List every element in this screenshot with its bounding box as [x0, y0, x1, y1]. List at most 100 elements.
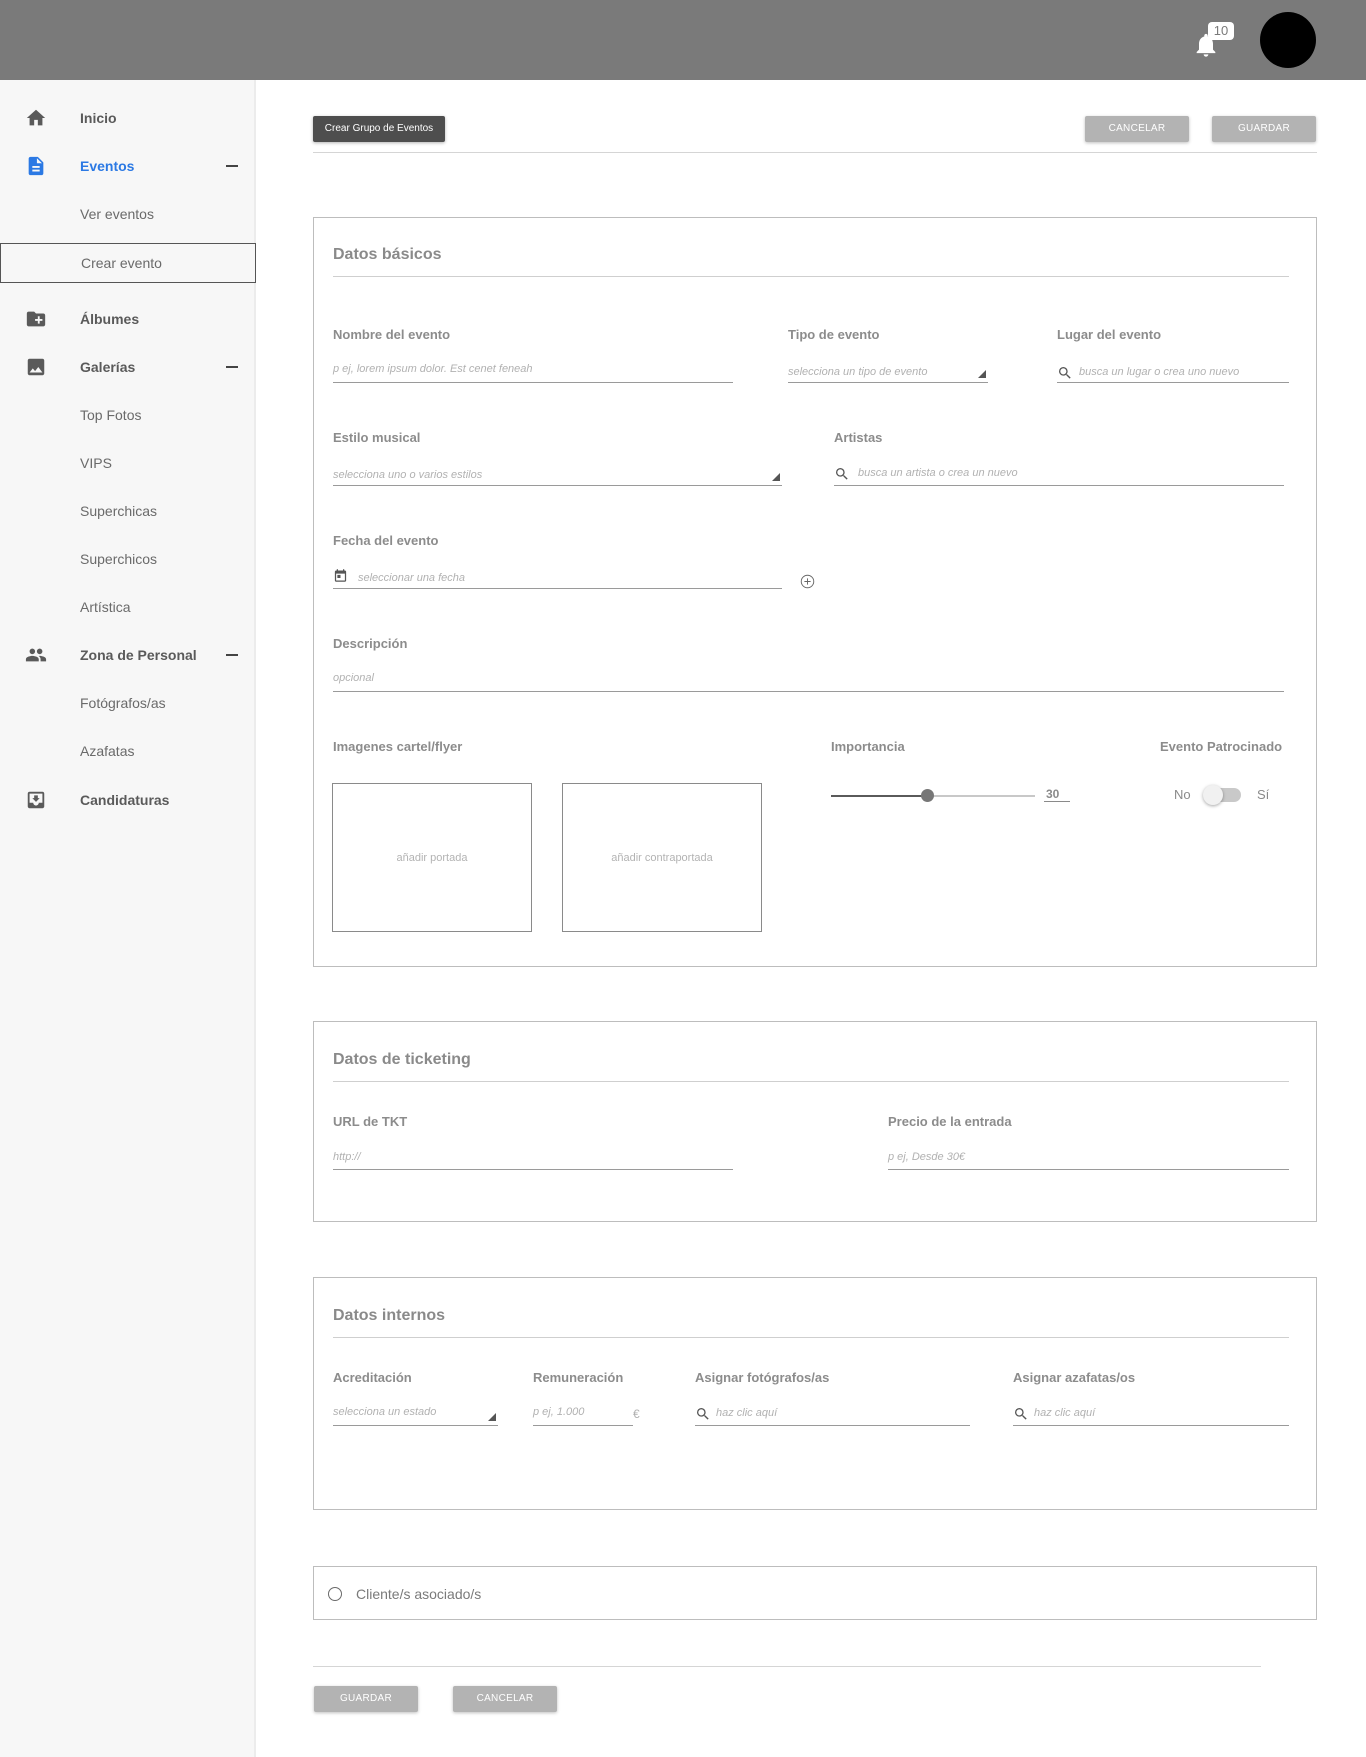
- assign-hostesses-search[interactable]: haz clic aquí: [1013, 1404, 1289, 1426]
- collapse-icon[interactable]: [226, 654, 238, 656]
- accreditation-label: Acreditación: [333, 1370, 412, 1385]
- add-date-icon[interactable]: [800, 574, 815, 589]
- sidebar-item-label: Top Fotos: [80, 407, 142, 423]
- sidebar-item-artistica[interactable]: Artística: [0, 587, 256, 627]
- people-icon: [25, 648, 47, 662]
- home-icon: [26, 109, 46, 126]
- cancel-button[interactable]: CANCELAR: [1085, 116, 1189, 142]
- sidebar-item-ver-eventos[interactable]: Ver eventos: [0, 194, 256, 234]
- sidebar-item-fotografos[interactable]: Fotógrafos/as: [0, 683, 256, 723]
- sidebar-item-superchicas[interactable]: Superchicas: [0, 491, 256, 531]
- sidebar-item-inicio[interactable]: Inicio: [0, 98, 256, 138]
- event-place-search[interactable]: busca un lugar o crea uno nuevo: [1057, 361, 1289, 383]
- top-bar: 10: [0, 0, 1366, 80]
- document-icon: [28, 156, 44, 176]
- event-type-label: Tipo de evento: [788, 327, 880, 342]
- folder-add-icon: [26, 311, 46, 327]
- sponsored-toggle[interactable]: [1203, 785, 1241, 805]
- sidebar-item-candidaturas[interactable]: Candidaturas: [0, 780, 256, 820]
- sidebar-item-crear-evento[interactable]: Crear evento: [0, 243, 256, 283]
- event-type-select[interactable]: selecciona un tipo de evento: [788, 361, 988, 383]
- collapse-icon[interactable]: [226, 165, 238, 167]
- placeholder: opcional: [333, 672, 374, 684]
- sidebar-item-label: Crear evento: [81, 255, 162, 271]
- placeholder: p ej, Desde 30€: [888, 1151, 966, 1163]
- image-icon: [27, 358, 45, 376]
- slider-thumb[interactable]: [920, 789, 934, 802]
- calendar-icon: [334, 569, 347, 582]
- add-cover-dropzone[interactable]: añadir portada: [332, 783, 532, 932]
- importance-slider[interactable]: [831, 789, 1035, 802]
- add-backcover-dropzone[interactable]: añadir contraportada: [562, 783, 762, 932]
- artists-search[interactable]: busca un artista o crea un nuevo: [834, 464, 1284, 486]
- notification-badge: 10: [1208, 22, 1234, 40]
- section-title: Datos de ticketing: [333, 1051, 471, 1068]
- sidebar-item-label: Galerías: [80, 359, 136, 375]
- sidebar-item-galerias[interactable]: Galerías: [0, 347, 256, 387]
- create-event-group-button[interactable]: Crear Grupo de Eventos: [313, 116, 445, 142]
- currency-symbol: €: [633, 1407, 640, 1421]
- placeholder: selecciona uno o varios estilos: [333, 469, 483, 481]
- placeholder: haz clic aquí: [1034, 1407, 1096, 1419]
- search-icon: [697, 1408, 709, 1420]
- placeholder: p ej, lorem ipsum dolor. Est cenet fenea…: [333, 363, 533, 375]
- sidebar-item-label: Fotógrafos/as: [80, 695, 166, 711]
- clients-radio[interactable]: [328, 1587, 342, 1601]
- placeholder: http://: [333, 1151, 361, 1163]
- tkt-url-label: URL de TKT: [333, 1114, 408, 1129]
- search-icon: [1015, 1408, 1027, 1420]
- footer-save-button[interactable]: GUARDAR: [314, 1686, 418, 1712]
- search-icon: [1059, 367, 1071, 379]
- sidebar-item-label: Eventos: [80, 158, 135, 174]
- ticket-price-input[interactable]: p ej, Desde 30€: [888, 1148, 1289, 1170]
- description-input[interactable]: opcional: [333, 670, 1284, 692]
- toggle-knob: [1203, 785, 1223, 805]
- images-label: Imagenes cartel/flyer: [333, 739, 463, 754]
- sidebar-item-albumes[interactable]: Álbumes: [0, 299, 256, 339]
- tkt-url-input[interactable]: http://: [333, 1148, 733, 1170]
- sidebar-item-vips[interactable]: VIPS: [0, 443, 256, 483]
- sidebar-item-top-fotos[interactable]: Top Fotos: [0, 395, 256, 435]
- sidebar-item-label: Álbumes: [80, 311, 140, 327]
- ticket-price-label: Precio de la entrada: [888, 1114, 1012, 1129]
- sponsored-label: Evento Patrocinado: [1160, 739, 1283, 754]
- sidebar-item-label: Superchicos: [80, 551, 158, 567]
- footer-cancel-button[interactable]: CANCELAR: [453, 1686, 557, 1712]
- sidebar-item-azafatas[interactable]: Azafatas: [0, 731, 256, 771]
- music-style-label: Estilo musical: [333, 430, 421, 445]
- avatar[interactable]: [1260, 12, 1316, 68]
- divider: [313, 152, 1317, 153]
- dropdown-caret-icon: [978, 370, 986, 378]
- divider: [333, 276, 1289, 277]
- event-name-label: Nombre del evento: [333, 327, 451, 342]
- sidebar-item-superchicos[interactable]: Superchicos: [0, 539, 256, 579]
- dropdown-caret-icon: [488, 1413, 496, 1421]
- sidebar-item-label: Ver eventos: [80, 206, 154, 222]
- remuneration-input[interactable]: p ej, 1.000: [533, 1404, 633, 1426]
- inbox-download-icon: [27, 791, 45, 809]
- assign-photographers-search[interactable]: haz clic aquí: [695, 1404, 970, 1426]
- toggle-no-label: No: [1174, 787, 1191, 802]
- sidebar-item-eventos[interactable]: Eventos: [0, 146, 256, 186]
- sidebar-item-zona-personal[interactable]: Zona de Personal: [0, 635, 256, 675]
- music-style-select[interactable]: selecciona uno o varios estilos: [333, 464, 782, 486]
- section-title: Datos básicos: [333, 246, 442, 263]
- sidebar-item-label: Azafatas: [80, 743, 135, 759]
- collapse-icon[interactable]: [226, 366, 238, 368]
- importance-value[interactable]: 30: [1044, 787, 1070, 802]
- dropdown-caret-icon: [772, 473, 780, 481]
- internal-data-card: [313, 1277, 1317, 1510]
- sidebar-item-label: Inicio: [80, 110, 117, 126]
- sidebar: Inicio Eventos Ver eventos Crear evento …: [0, 80, 256, 1757]
- assign-hostesses-label: Asignar azafatas/os: [1013, 1370, 1136, 1385]
- save-button[interactable]: GUARDAR: [1212, 116, 1316, 142]
- toggle-yes-label: Sí: [1257, 787, 1270, 802]
- accreditation-select[interactable]: selecciona un estado: [333, 1404, 498, 1426]
- placeholder: busca un artista o crea un nuevo: [858, 467, 1018, 479]
- placeholder: selecciona un estado: [333, 1406, 437, 1418]
- event-date-label: Fecha del evento: [333, 533, 439, 548]
- sidebar-item-label: VIPS: [80, 455, 112, 471]
- event-name-input[interactable]: p ej, lorem ipsum dolor. Est cenet fenea…: [333, 361, 733, 383]
- placeholder: p ej, 1.000: [533, 1406, 585, 1418]
- event-date-input[interactable]: seleccionar una fecha: [333, 567, 782, 589]
